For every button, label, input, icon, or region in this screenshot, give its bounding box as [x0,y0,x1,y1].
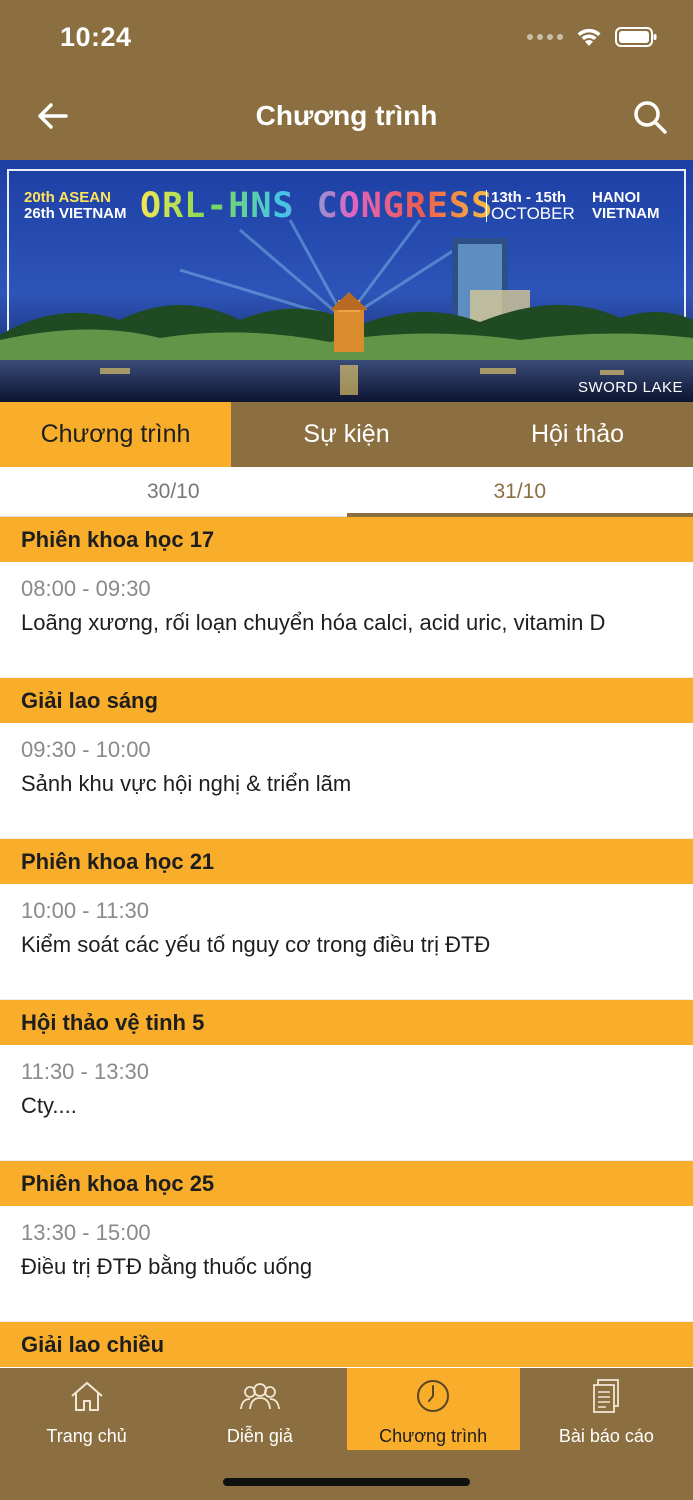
signal-icon [527,34,563,40]
session-name: Phiên khoa học 17 [0,517,693,562]
session-detail[interactable]: 08:00 - 09:30 Loãng xương, rối loạn chuy… [0,562,693,678]
session-title: Cty.... [21,1093,77,1118]
nav-program[interactable]: Chương trình [346,1368,520,1450]
session-time: 09:30 - 10:00 [21,737,151,762]
tab-hoi-thao[interactable]: Hội thảo [462,402,693,467]
session-title: Sảnh khu vực hội nghị & triển lãm [21,771,352,796]
nav-speakers[interactable]: Diễn giả [173,1368,346,1450]
category-tabs: Chương trình Sự kiện Hội thảo [0,402,693,467]
nav-reports-label: Bài báo cáo [558,1426,654,1446]
congress-banner: 20th ASEAN 26th VIETNAM ORL-HNS CONGRESS… [0,160,693,402]
session-name: Phiên khoa học 25 [0,1161,693,1206]
banner-congress-edition: 20th ASEAN 26th VIETNAM [24,189,127,222]
session-item: Phiên khoa học 17 08:00 - 09:30 Loãng xư… [0,517,693,678]
nav-program-label: Chương trình [379,1426,488,1446]
search-button[interactable] [627,96,673,138]
banner-title: ORL-HNS CONGRESS [140,186,494,226]
status-icons [527,26,657,48]
document-icon [593,1379,620,1413]
nav-home[interactable]: Trang chủ [0,1368,173,1450]
session-title: Loãng xương, rối loạn chuyển hóa calci, … [21,610,606,635]
page-title: Chương trình [255,100,438,131]
tab-chuong-trinh[interactable]: Chương trình [0,402,231,467]
session-name: Phiên khoa học 21 [0,839,693,884]
session-time: 11:30 - 13:30 [21,1059,150,1084]
status-time: 10:24 [60,22,132,52]
nav-reports[interactable]: Bài báo cáo [520,1368,693,1450]
program-list[interactable]: Phiên khoa học 17 08:00 - 09:30 Loãng xư… [0,517,693,1368]
session-name: Hội thảo vệ tinh 5 [0,1000,693,1045]
banner-city: HANOI VIETNAM [592,189,660,222]
wifi-icon [577,28,601,46]
speakers-icon [239,1383,280,1410]
banner-date: 13th - 15th OCTOBER [486,190,575,222]
session-time: 08:00 - 09:30 [21,576,151,601]
nav-home-label: Trang chủ [46,1426,127,1446]
battery-icon [615,27,657,47]
nav-speakers-label: Diễn giả [226,1426,293,1446]
banner-caption: SWORD LAKE [577,379,683,396]
session-item: Hội thảo vệ tinh 5 11:30 - 13:30 Cty.... [0,1000,693,1161]
bottom-navigation: Trang chủ Diễn giả Chương trình Bài báo … [0,1368,693,1500]
app-header: 10:24 Chương trình [0,0,693,160]
session-time: 10:00 - 11:30 [21,898,150,923]
session-name: Giải lao chiều [0,1322,693,1367]
session-detail[interactable]: 10:00 - 11:30 Kiểm soát các yếu tố nguy … [0,884,693,1000]
session-name: Giải lao sáng [0,678,693,723]
session-item: Phiên khoa học 25 13:30 - 15:00 Điều trị… [0,1161,693,1322]
session-title: Kiểm soát các yếu tố nguy cơ trong điều … [21,932,491,957]
tab-date-31-10[interactable]: 31/10 [346,467,693,517]
clock-icon [417,1380,450,1412]
session-item: Phiên khoa học 21 10:00 - 11:30 Kiểm soá… [0,839,693,1000]
session-detail[interactable]: 09:30 - 10:00 Sảnh khu vực hội nghị & tr… [0,723,693,839]
session-detail[interactable]: 11:30 - 13:30 Cty.... [0,1045,693,1161]
session-item: Giải lao chiều [0,1322,693,1368]
session-time: 13:30 - 15:00 [21,1220,151,1245]
home-indicator [223,1478,470,1486]
tab-su-kien[interactable]: Sự kiện [231,402,462,467]
session-item: Giải lao sáng 09:30 - 10:00 Sảnh khu vực… [0,678,693,839]
tab-date-30-10[interactable]: 30/10 [0,467,347,517]
date-tabs: 30/10 31/10 [0,467,693,517]
home-icon [70,1381,103,1411]
search-icon [634,101,667,134]
session-detail[interactable]: 13:30 - 15:00 Điều trị ĐTĐ bằng thuốc uố… [0,1206,693,1322]
session-title: Điều trị ĐTĐ bằng thuốc uống [21,1254,313,1279]
